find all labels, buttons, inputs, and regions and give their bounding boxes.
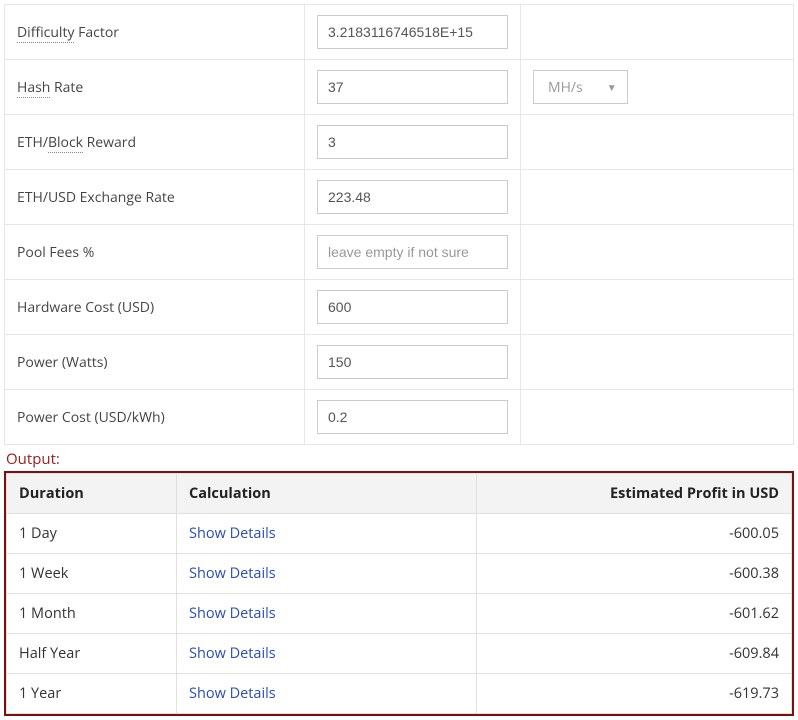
col-duration: Duration bbox=[7, 474, 177, 514]
output-table: Duration Calculation Estimated Profit in… bbox=[6, 473, 792, 714]
form-label: ETH/USD Exchange Rate bbox=[5, 170, 305, 225]
cell-profit: -600.05 bbox=[477, 514, 792, 554]
form-extra-cell bbox=[521, 280, 794, 335]
form-row: Hardware Cost (USD) bbox=[5, 280, 794, 335]
form-extra-cell bbox=[521, 390, 794, 445]
form-row: Difficulty Factor bbox=[5, 5, 794, 60]
form-label: Hardware Cost (USD) bbox=[5, 280, 305, 335]
form-label: Hash Rate bbox=[5, 60, 305, 115]
output-heading: Output: bbox=[6, 449, 794, 469]
form-input-cell bbox=[305, 60, 521, 115]
show-details-link[interactable]: Show Details bbox=[189, 684, 276, 703]
cell-calculation: Show Details bbox=[177, 674, 477, 714]
form-input[interactable] bbox=[317, 70, 508, 104]
show-details-link[interactable]: Show Details bbox=[189, 564, 276, 583]
form-row: Hash Rate MH/s ▼ bbox=[5, 60, 794, 115]
form-input[interactable] bbox=[317, 125, 508, 159]
form-input[interactable] bbox=[317, 345, 508, 379]
form-input-cell bbox=[305, 115, 521, 170]
form-label: Power (Watts) bbox=[5, 335, 305, 390]
form-row: ETH/USD Exchange Rate bbox=[5, 170, 794, 225]
form-input[interactable] bbox=[317, 400, 508, 434]
form-extra-cell bbox=[521, 170, 794, 225]
form-extra-cell bbox=[521, 5, 794, 60]
cell-calculation: Show Details bbox=[177, 554, 477, 594]
form-label: Power Cost (USD/kWh) bbox=[5, 390, 305, 445]
hashrate-unit-select[interactable]: MH/s ▼ bbox=[533, 70, 628, 104]
form-label: Pool Fees % bbox=[5, 225, 305, 280]
form-input[interactable] bbox=[317, 235, 508, 269]
form-input[interactable] bbox=[317, 15, 508, 49]
show-details-link[interactable]: Show Details bbox=[189, 524, 276, 543]
form-row: Pool Fees % bbox=[5, 225, 794, 280]
show-details-link[interactable]: Show Details bbox=[189, 604, 276, 623]
table-row: 1 Year Show Details -619.73 bbox=[7, 674, 792, 714]
cell-duration: 1 Week bbox=[7, 554, 177, 594]
cell-profit: -601.62 bbox=[477, 594, 792, 634]
form-input-cell bbox=[305, 5, 521, 60]
form-input-cell bbox=[305, 335, 521, 390]
form-input[interactable] bbox=[317, 290, 508, 324]
cell-duration: 1 Day bbox=[7, 514, 177, 554]
form-extra-cell: MH/s ▼ bbox=[521, 60, 794, 115]
form-extra-cell bbox=[521, 225, 794, 280]
col-calculation: Calculation bbox=[177, 474, 477, 514]
cell-profit: -600.38 bbox=[477, 554, 792, 594]
table-row: 1 Month Show Details -601.62 bbox=[7, 594, 792, 634]
cell-calculation: Show Details bbox=[177, 514, 477, 554]
select-label: MH/s bbox=[548, 78, 583, 97]
cell-duration: 1 Month bbox=[7, 594, 177, 634]
form-label: Difficulty Factor bbox=[5, 5, 305, 60]
form-extra-cell bbox=[521, 115, 794, 170]
form-extra-cell bbox=[521, 335, 794, 390]
form-input-cell bbox=[305, 170, 521, 225]
form-row: ETH/Block Reward bbox=[5, 115, 794, 170]
output-panel: Duration Calculation Estimated Profit in… bbox=[4, 471, 794, 716]
form-input-cell bbox=[305, 390, 521, 445]
cell-duration: 1 Year bbox=[7, 674, 177, 714]
table-row: 1 Week Show Details -600.38 bbox=[7, 554, 792, 594]
input-form-table: Difficulty FactorHash Rate MH/s ▼ ETH/Block… bbox=[4, 4, 794, 445]
col-profit: Estimated Profit in USD bbox=[477, 474, 792, 514]
table-row: 1 Day Show Details -600.05 bbox=[7, 514, 792, 554]
chevron-down-icon: ▼ bbox=[607, 80, 617, 94]
form-row: Power (Watts) bbox=[5, 335, 794, 390]
form-input-cell bbox=[305, 225, 521, 280]
form-label: ETH/Block Reward bbox=[5, 115, 305, 170]
cell-calculation: Show Details bbox=[177, 594, 477, 634]
form-input-cell bbox=[305, 280, 521, 335]
form-row: Power Cost (USD/kWh) bbox=[5, 390, 794, 445]
form-input[interactable] bbox=[317, 180, 508, 214]
cell-profit: -619.73 bbox=[477, 674, 792, 714]
